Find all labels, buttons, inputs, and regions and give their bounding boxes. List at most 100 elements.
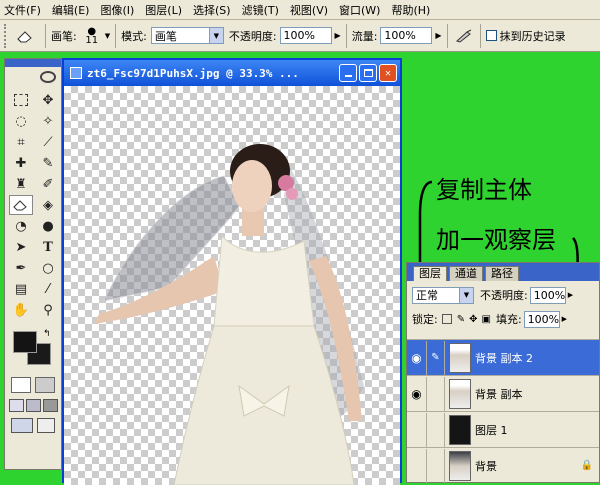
layer-link-toggle[interactable]: ✎ [427, 340, 445, 375]
notes-tool-icon[interactable]: ▤ [9, 279, 33, 299]
lock-transparency-icon[interactable] [441, 314, 452, 324]
opacity-arrow-icon[interactable]: ▶ [335, 31, 341, 40]
document-titlebar[interactable]: zt6_Fsc97d1PuhsX.jpg @ 33.3% ... ✕ [64, 60, 400, 86]
layer-name: 背景 [475, 459, 497, 473]
layer-link-toggle[interactable] [427, 412, 445, 447]
lasso-tool-icon[interactable]: ◌ [9, 111, 33, 131]
separator [345, 23, 347, 48]
layers-panel: 图层 通道 路径 正常 ▼ 不透明度: 100% ▶ 锁定: ✎ ✥ ▣ 填充:… [406, 262, 600, 483]
lock-position-icon[interactable]: ✥ [469, 314, 477, 325]
lock-image-icon[interactable]: ✎ [457, 314, 465, 325]
erase-to-history-checkbox[interactable] [485, 30, 497, 41]
layer-opacity-field[interactable]: 100% [529, 286, 566, 304]
maximize-button[interactable] [359, 64, 377, 82]
close-button[interactable]: ✕ [379, 64, 397, 82]
layer-thumbnail [449, 342, 471, 373]
imageready-logo-icon[interactable] [37, 418, 55, 433]
eyedropper-tool-icon[interactable]: ⁄ [36, 279, 60, 299]
layer-row-background-copy-2[interactable]: ◉ ✎ 背景 副本 2 [407, 339, 599, 375]
hand-tool-icon[interactable]: ✋ [9, 300, 33, 320]
dodge-tool-icon[interactable]: ● [36, 216, 60, 236]
marquee-tool-icon[interactable] [9, 90, 33, 110]
eraser-preset-icon[interactable] [10, 25, 40, 47]
opacity-label: 不透明度: [228, 29, 277, 43]
fill-value: 100% [527, 312, 560, 326]
flow-value: 100% [384, 29, 416, 42]
menu-help[interactable]: 帮助(H) [391, 2, 430, 18]
eye-logo-icon [40, 71, 56, 83]
tab-paths[interactable]: 路径 [485, 266, 519, 281]
flow-field[interactable]: 100% [380, 27, 433, 44]
path-select-tool-icon[interactable]: ➤ [9, 237, 33, 257]
brush-dropdown-icon[interactable]: ▼ [105, 32, 110, 40]
image-canvas[interactable] [64, 86, 400, 485]
airbrush-icon[interactable] [453, 29, 475, 43]
fill-field[interactable]: 100% [523, 310, 560, 328]
menu-image[interactable]: 图像(I) [100, 2, 134, 18]
fill-arrow-icon[interactable]: ▶ [562, 315, 567, 323]
brush-tool-icon[interactable]: ✎ [36, 153, 60, 173]
blur-tool-icon[interactable]: ◔ [9, 216, 33, 236]
type-tool-icon[interactable]: T [36, 237, 60, 257]
pen-tool-icon[interactable]: ✒ [9, 258, 33, 278]
menu-select[interactable]: 选择(S) [193, 2, 231, 18]
magic-wand-tool-icon[interactable]: ✧ [36, 111, 60, 131]
layer-visibility-toggle[interactable] [407, 448, 427, 483]
minimize-button[interactable] [339, 64, 357, 82]
menu-edit[interactable]: 编辑(E) [52, 2, 90, 18]
paint-bucket-tool-icon[interactable]: ◈ [36, 195, 60, 215]
tab-layers[interactable]: 图层 [413, 266, 447, 281]
layer-visibility-toggle[interactable]: ◉ [407, 340, 427, 375]
separator [479, 23, 481, 48]
layer-link-toggle[interactable] [427, 376, 445, 411]
toolbox-grip[interactable] [5, 59, 61, 67]
jump-to-imageready-icon[interactable] [11, 418, 33, 433]
eraser-tool-icon[interactable] [9, 195, 33, 215]
menu-window[interactable]: 窗口(W) [339, 2, 380, 18]
move-tool-icon[interactable]: ✥ [36, 90, 60, 110]
menu-layer[interactable]: 图层(L) [145, 2, 182, 18]
screen-mode-full-menu-icon[interactable] [26, 399, 41, 412]
menu-file[interactable]: 文件(F) [4, 2, 41, 18]
blend-row: 正常 ▼ 不透明度: 100% ▶ [407, 284, 599, 306]
mask-mode-group [11, 377, 61, 393]
close-icon: ✕ [384, 67, 392, 79]
menu-view[interactable]: 视图(V) [290, 2, 328, 18]
layer-row-background[interactable]: 背景 🔒 [407, 447, 599, 483]
document-window: zt6_Fsc97d1PuhsX.jpg @ 33.3% ... ✕ [62, 58, 402, 485]
lock-all-icon[interactable]: ▣ [482, 314, 491, 325]
opacity-field[interactable]: 100% [279, 27, 332, 44]
mode-select[interactable]: 画笔 ▼ [150, 27, 224, 44]
separator [115, 23, 117, 48]
history-brush-tool-icon[interactable]: ✐ [36, 174, 60, 194]
standard-mode-icon[interactable] [11, 377, 31, 393]
separator [446, 23, 448, 48]
layer-visibility-toggle[interactable]: ◉ [407, 376, 427, 411]
screen-mode-full-icon[interactable] [43, 399, 58, 412]
flow-arrow-icon[interactable]: ▶ [435, 31, 441, 40]
zoom-tool-icon[interactable]: ⚲ [36, 300, 60, 320]
shape-tool-icon[interactable]: ○ [36, 258, 60, 278]
opacity-value: 100% [283, 29, 315, 42]
foreground-color-swatch[interactable] [13, 331, 37, 353]
lock-label: 锁定: [412, 313, 438, 326]
healing-brush-tool-icon[interactable]: ✚ [9, 153, 33, 173]
jump-to-imageready-group [11, 418, 61, 433]
layer-row-layer-1[interactable]: 图层 1 [407, 411, 599, 447]
layer-link-toggle[interactable] [427, 448, 445, 483]
brush-icon: ✎ [431, 352, 440, 363]
screen-mode-standard-icon[interactable] [9, 399, 24, 412]
brush-picker[interactable]: ● 11 [81, 26, 103, 45]
layer-row-background-copy[interactable]: ◉ 背景 副本 [407, 375, 599, 411]
quick-mask-icon[interactable] [35, 377, 55, 393]
layer-visibility-toggle[interactable] [407, 412, 427, 447]
slice-tool-icon[interactable]: ⟋ [36, 132, 60, 152]
crop-tool-icon[interactable]: ⌗ [9, 132, 33, 152]
layer-opacity-label: 不透明度: [480, 289, 528, 302]
layer-opacity-arrow-icon[interactable]: ▶ [568, 291, 573, 299]
menu-filter[interactable]: 滤镜(T) [242, 2, 279, 18]
swap-colors-icon[interactable]: ↰ [43, 329, 51, 339]
clone-stamp-tool-icon[interactable]: ♜ [9, 174, 33, 194]
tab-channels[interactable]: 通道 [449, 266, 483, 281]
blend-mode-select[interactable]: 正常 ▼ [412, 286, 474, 304]
